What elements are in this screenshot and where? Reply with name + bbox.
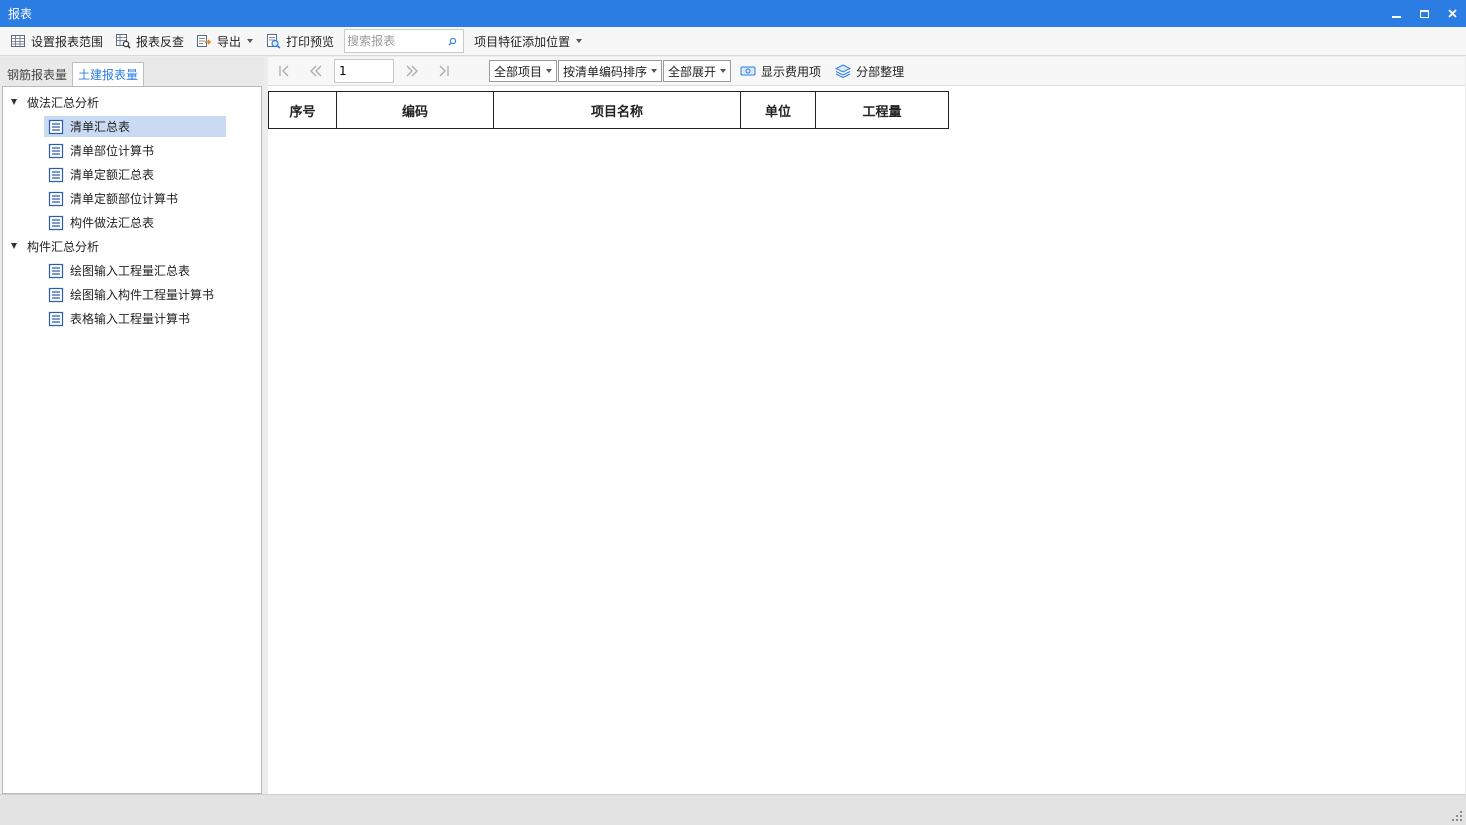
export-label: 导出 [217,34,242,49]
close-button[interactable] [1438,0,1466,27]
last-page-button[interactable] [428,59,460,83]
page-number-input[interactable] [334,59,394,83]
chevron-down-icon [651,69,658,73]
column-header-item-name[interactable]: 项目名称 [493,91,741,129]
report-doc-icon [48,167,64,182]
set-report-range-button[interactable]: 设置报表范围 [6,29,107,53]
section-organize-label: 分部整理 [856,64,905,79]
maximize-icon [1419,9,1429,18]
report-toolbar: 全部项目 按清单编码排序 全部展开 显示费用项 分部整理 [268,57,1465,86]
tree-group-method-summary[interactable]: 做法汇总分析 [11,92,99,112]
expand-dropdown-value: 全部展开 [668,64,717,79]
report-doc-icon [48,215,64,230]
report-view-panel: 全部项目 按清单编码排序 全部展开 显示费用项 分部整理 序号 编码 项目名称 … [268,57,1465,794]
print-preview-label: 打印预览 [286,34,335,49]
search-icon[interactable] [448,37,457,46]
feature-position-dropdown[interactable]: 项目特征添加位置 [470,29,586,53]
tree-item-drawing-input-component-calc[interactable]: 绘图输入构件工程量计算书 [44,284,222,305]
scope-dropdown[interactable]: 全部项目 [489,60,558,82]
minimize-icon [1391,15,1401,18]
report-doc-icon [48,119,64,134]
double-chevron-left-icon [310,65,322,77]
chevron-down-icon [546,69,553,73]
print-preview-icon [267,34,281,49]
chevron-down-icon [720,69,727,73]
tree-group-component-summary[interactable]: 构件汇总分析 [11,236,99,256]
first-page-button[interactable] [268,59,300,83]
column-header-seq[interactable]: 序号 [268,91,337,129]
table-header-row: 序号 编码 项目名称 单位 工程量 [268,91,949,129]
tree-item-label: 清单部位计算书 [70,144,155,158]
expand-triangle-icon[interactable] [11,243,17,249]
expand-dropdown[interactable]: 全部展开 [663,60,732,82]
tree-item-label: 绘图输入构件工程量计算书 [70,288,215,302]
chevron-down-icon [576,39,583,43]
column-header-code[interactable]: 编码 [336,91,494,129]
show-fees-label: 显示费用项 [761,64,822,79]
previous-page-button[interactable] [300,59,332,83]
tree-group-label: 构件汇总分析 [27,239,100,254]
sort-dropdown-value: 按清单编码排序 [563,64,648,79]
report-doc-icon [48,287,64,302]
next-page-button[interactable] [396,59,428,83]
close-icon [1447,9,1457,18]
tree-item-bill-quota-location-calc[interactable]: 清单定额部位计算书 [44,188,186,209]
report-type-tabs: 钢筋报表量 土建报表量 [0,57,264,86]
tree-item-table-input-calc[interactable]: 表格输入工程量计算书 [44,308,198,329]
title-bar: 报表 [0,0,1466,27]
feature-position-label: 项目特征添加位置 [474,34,571,49]
tree-item-label: 构件做法汇总表 [70,216,155,230]
print-preview-button[interactable]: 打印预览 [261,29,338,53]
tree-item-label: 清单定额汇总表 [70,168,155,182]
first-page-icon [279,65,289,77]
layers-icon [835,64,852,78]
expand-triangle-icon[interactable] [11,99,17,105]
show-fees-button[interactable]: 显示费用项 [740,63,821,80]
tree-group-label: 做法汇总分析 [27,95,100,110]
report-doc-icon [48,263,64,278]
tree-item-label: 表格输入工程量计算书 [70,312,191,326]
report-doc-icon [48,311,64,326]
report-list-panel: 钢筋报表量 土建报表量 做法汇总分析 清单汇总表 清单部位计算书 清单定额汇总表… [0,57,264,794]
maximize-button[interactable] [1410,0,1438,27]
tree-item-label: 清单定额部位计算书 [70,192,179,206]
double-chevron-right-icon [406,65,418,77]
resize-grip-icon[interactable] [1452,811,1462,821]
status-bar [0,794,1466,825]
report-search-box [344,29,465,53]
column-header-quantity[interactable]: 工程量 [815,91,949,129]
report-table: 序号 编码 项目名称 单位 工程量 [268,91,949,129]
tree-item-bill-summary[interactable]: 清单汇总表 [44,116,226,137]
export-dropdown-icon [247,39,254,43]
tree-item-component-method-summary[interactable]: 构件做法汇总表 [44,212,162,233]
sort-dropdown[interactable]: 按清单编码排序 [558,60,663,82]
report-doc-icon [48,191,64,206]
tab-rebar-report[interactable]: 钢筋报表量 [2,62,72,86]
table-search-icon [116,34,131,49]
report-reverse-check-button[interactable]: 报表反查 [111,29,188,53]
section-organize-button[interactable]: 分部整理 [835,63,904,80]
window-controls [1382,0,1466,27]
export-button[interactable]: 导出 [192,29,257,53]
table-settings-icon [11,35,25,47]
main-toolbar: 设置报表范围 报表反查 导出 打印预览 搜索报表 项目特征添加位置 [0,27,1466,56]
tree-item-bill-location-calc[interactable]: 清单部位计算书 [44,140,162,161]
last-page-icon [439,65,449,77]
export-icon [197,35,212,47]
column-header-unit[interactable]: 单位 [740,91,816,129]
tree-item-drawing-input-summary[interactable]: 绘图输入工程量汇总表 [44,260,198,281]
report-search-input[interactable] [345,31,442,51]
money-icon [740,66,756,76]
report-tree: 做法汇总分析 清单汇总表 清单部位计算书 清单定额汇总表 清单定额部位计算书 构… [2,86,262,794]
report-doc-icon [48,143,64,158]
window-title: 报表 [8,7,33,21]
set-report-range-label: 设置报表范围 [31,34,104,49]
scope-dropdown-value: 全部项目 [494,64,543,79]
tree-item-label: 绘图输入工程量汇总表 [70,264,191,278]
report-reverse-check-label: 报表反查 [136,34,185,49]
tree-item-label: 清单汇总表 [70,120,131,134]
tab-civil-report[interactable]: 土建报表量 [72,62,145,86]
minimize-button[interactable] [1382,0,1410,27]
tree-item-bill-quota-summary[interactable]: 清单定额汇总表 [44,164,162,185]
